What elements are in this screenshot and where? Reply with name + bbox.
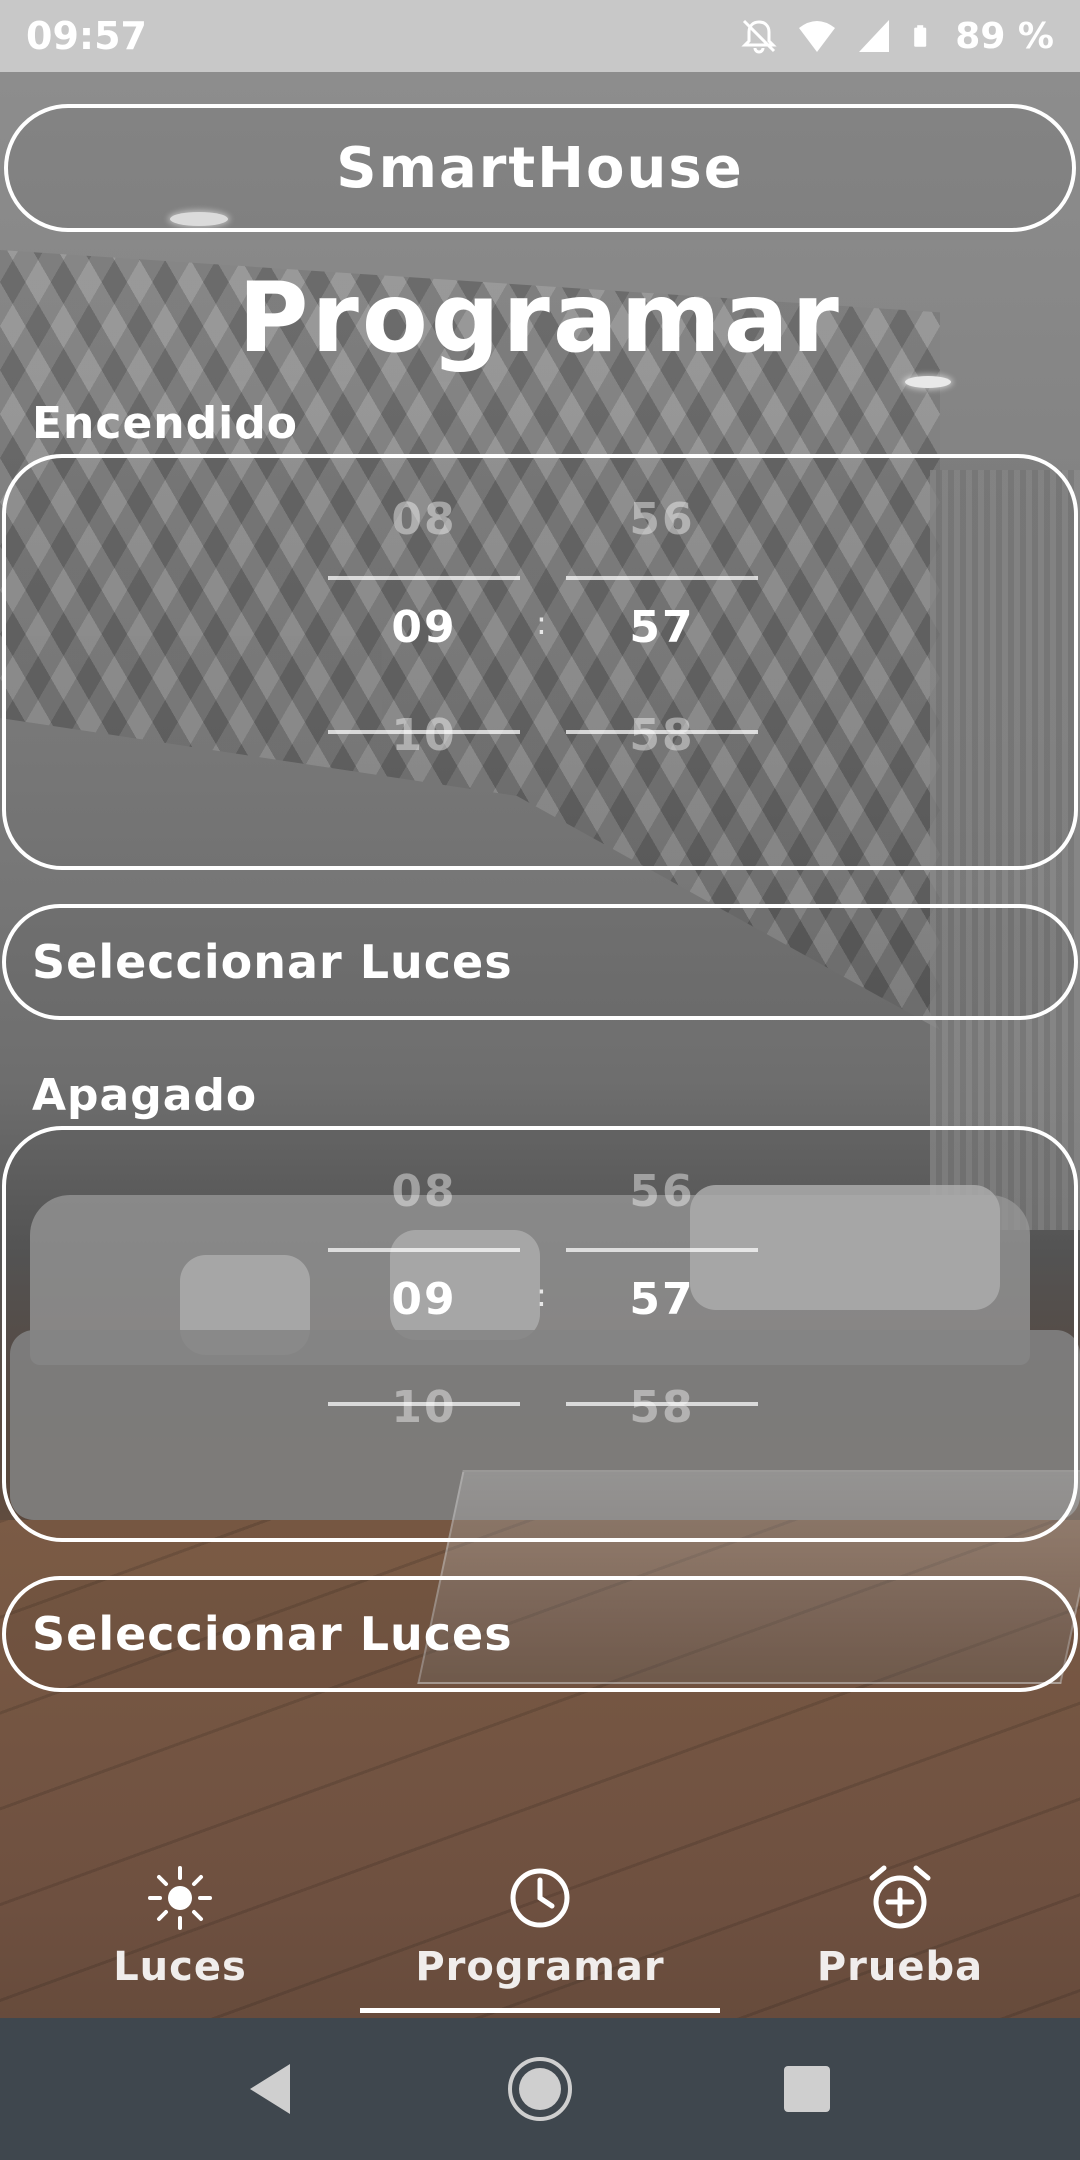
ceiling-light — [905, 376, 951, 388]
nav-item-programar[interactable]: Programar — [360, 1840, 720, 2018]
hour-current[interactable]: 09 — [328, 1274, 520, 1325]
nav-label-prueba: Prueba — [816, 1944, 984, 1990]
picker-divider — [328, 576, 520, 580]
off-select-lights-button[interactable]: Seleccionar Luces — [2, 1576, 1078, 1692]
on-time-picker[interactable]: 08 09 10 : 56 57 58 — [2, 454, 1078, 870]
on-section-label: Encendido — [32, 398, 298, 449]
active-tab-indicator — [360, 2008, 720, 2013]
hour-prev[interactable]: 08 — [328, 1166, 520, 1217]
alarm-add-icon — [869, 1865, 931, 1929]
recents-icon[interactable] — [772, 2054, 842, 2124]
minute-prev[interactable]: 56 — [566, 1166, 758, 1217]
nav-item-prueba[interactable]: Prueba — [720, 1840, 1080, 2018]
sun-icon — [148, 1866, 212, 1930]
hour-next[interactable]: 10 — [328, 710, 520, 761]
on-minute-wheel[interactable]: 56 57 58 — [566, 486, 758, 846]
page-title: Programar — [238, 262, 842, 374]
minute-next[interactable]: 58 — [566, 710, 758, 761]
off-time-picker[interactable]: 08 09 10 : 56 57 58 — [2, 1126, 1078, 1542]
minute-prev[interactable]: 56 — [566, 494, 758, 545]
app-title: SmartHouse — [4, 104, 1076, 232]
picker-divider — [566, 576, 758, 580]
battery-icon — [914, 25, 927, 47]
status-icons: 89 % — [739, 16, 1054, 57]
hour-current[interactable]: 09 — [328, 602, 520, 653]
minute-next[interactable]: 58 — [566, 1382, 758, 1433]
hour-next[interactable]: 10 — [328, 1382, 520, 1433]
off-hour-wheel[interactable]: 08 09 10 — [328, 1158, 520, 1518]
battery-percentage: 89 % — [955, 15, 1054, 57]
minute-current[interactable]: 57 — [566, 1274, 758, 1325]
off-minute-wheel[interactable]: 56 57 58 — [566, 1158, 758, 1518]
minute-current[interactable]: 57 — [566, 602, 758, 653]
status-time: 09:57 — [26, 14, 147, 58]
signal-icon — [859, 20, 890, 52]
picker-divider — [328, 1248, 520, 1252]
home-icon[interactable] — [505, 2054, 575, 2124]
bottom-navigation: Luces Programar Prueba — [0, 1840, 1080, 2018]
on-select-lights-button[interactable]: Seleccionar Luces — [2, 904, 1078, 1020]
wifi-icon — [799, 21, 836, 52]
status-bar: 09:57 89 % — [0, 0, 1080, 72]
nav-label-programar: Programar — [415, 1944, 665, 1990]
picker-divider — [566, 1248, 758, 1252]
system-navigation-bar — [0, 2018, 1080, 2160]
back-icon[interactable] — [236, 2054, 306, 2124]
time-separator: : — [536, 604, 547, 642]
hour-prev[interactable]: 08 — [328, 494, 520, 545]
time-separator: : — [536, 1276, 547, 1314]
off-section-label: Apagado — [32, 1070, 258, 1121]
nav-label-luces: Luces — [113, 1944, 247, 1990]
clock-icon — [510, 1868, 570, 1928]
nav-item-luces[interactable]: Luces — [0, 1840, 360, 2018]
on-hour-wheel[interactable]: 08 09 10 — [328, 486, 520, 846]
notifications-off-icon — [741, 19, 777, 54]
